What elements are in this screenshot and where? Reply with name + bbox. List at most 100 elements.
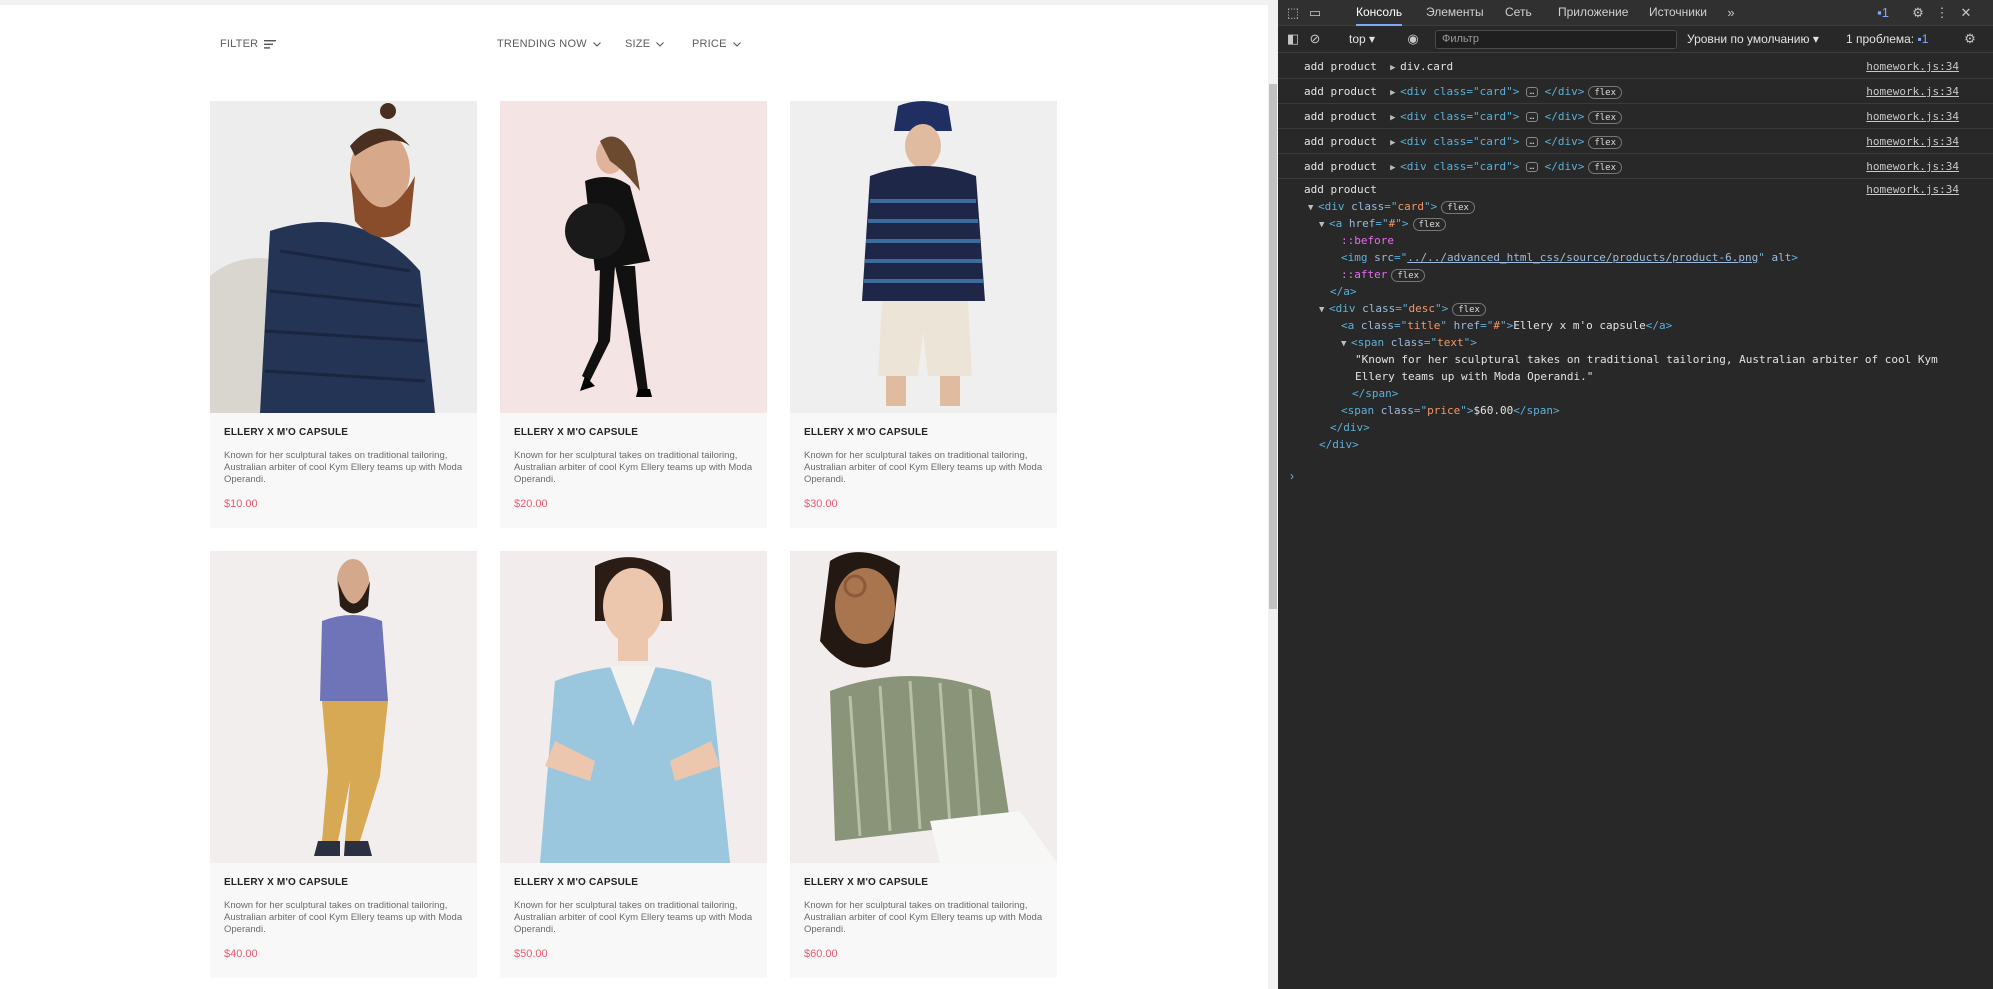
source-link[interactable]: homework.js:34: [1866, 79, 1959, 104]
product-price: $50.00: [514, 948, 548, 960]
tab-network[interactable]: Сеть: [1505, 0, 1532, 26]
product-card: ELLERY X M'O CAPSULE Known for her sculp…: [210, 101, 477, 528]
expand-triangle-icon[interactable]: ▶: [1390, 106, 1400, 131]
flex-badge[interactable]: flex: [1391, 268, 1426, 282]
console-message-text: add product: [1304, 183, 1377, 196]
console-prompt-row[interactable]: ›: [1278, 469, 1993, 491]
log-levels-dropdown[interactable]: Уровни по умолчанию ▾: [1687, 30, 1819, 49]
product-title[interactable]: ELLERY X M'O CAPSULE: [224, 427, 464, 438]
source-link[interactable]: homework.js:34: [1866, 54, 1959, 79]
flex-badge[interactable]: flex: [1588, 135, 1623, 149]
console-expanded-entry: add product homework.js:34 ▼ <div class="…: [1304, 181, 1959, 451]
flex-badge[interactable]: flex: [1588, 85, 1623, 99]
flex-badge[interactable]: flex: [1588, 110, 1623, 124]
collapse-triangle-icon[interactable]: ▼: [1319, 217, 1329, 234]
issues-counter[interactable]: ▪1: [1868, 4, 1898, 22]
product-card: ELLERY X M'O CAPSULE Known for her sculp…: [790, 101, 1057, 528]
console-row: add product ▶ <div class="card"> … </div>…: [1278, 129, 1993, 154]
product-text: Known for her sculptural takes on tradit…: [804, 900, 1043, 935]
expand-triangle-icon[interactable]: ▶: [1390, 81, 1400, 106]
flex-badge[interactable]: flex: [1588, 160, 1623, 174]
node-text-line: Ellery teams up with Moda Operandi.": [1355, 370, 1594, 383]
product-desc: ELLERY X M'O CAPSULE Known for her sculp…: [224, 877, 464, 960]
console-object[interactable]: <div class="card">: [1400, 135, 1519, 148]
eye-icon[interactable]: ◉: [1404, 30, 1422, 48]
console-object[interactable]: <div class="card">: [1400, 110, 1519, 123]
ellipsis-icon[interactable]: …: [1525, 162, 1538, 172]
product-image-link[interactable]: [210, 551, 477, 863]
product-image-link[interactable]: [790, 551, 1057, 863]
collapse-triangle-icon[interactable]: ▼: [1308, 200, 1318, 217]
product-photo-woman-striped-shirt: [790, 551, 1057, 863]
flex-badge[interactable]: flex: [1441, 200, 1475, 214]
console-object[interactable]: <div class="card">: [1400, 85, 1519, 98]
devtools-panel: ⬚ ▭ Консоль Элементы Сеть Приложение Ист…: [1278, 0, 1993, 989]
prompt-chevron-icon: ›: [1290, 469, 1294, 483]
source-link[interactable]: homework.js:34: [1866, 181, 1959, 198]
console-object[interactable]: <div class="card">: [1400, 160, 1519, 173]
product-title[interactable]: ELLERY X M'O CAPSULE: [514, 427, 754, 438]
flex-badge[interactable]: flex: [1452, 302, 1486, 316]
product-photo-woman-black-outfit: [500, 101, 767, 413]
price-dropdown[interactable]: PRICE: [692, 38, 741, 50]
product-text: Known for her sculptural takes on tradit…: [224, 450, 463, 485]
pseudo-after[interactable]: ::after: [1341, 268, 1387, 281]
filter-button[interactable]: FILTER: [220, 38, 277, 50]
more-tabs-icon[interactable]: »: [1722, 4, 1740, 22]
console-row: add product ▶ <div class="card"> … </div>…: [1278, 154, 1993, 179]
product-image-link[interactable]: [790, 101, 1057, 413]
product-title[interactable]: ELLERY X M'O CAPSULE: [224, 877, 464, 888]
product-title[interactable]: ELLERY X M'O CAPSULE: [804, 877, 1044, 888]
ellipsis-icon[interactable]: …: [1525, 137, 1538, 147]
product-price: $20.00: [514, 498, 548, 510]
context-selector[interactable]: top ▾: [1349, 30, 1375, 49]
node-price-text: $60.00: [1473, 404, 1514, 417]
inspect-element-icon[interactable]: ⬚: [1284, 4, 1302, 22]
tab-console[interactable]: Консоль: [1356, 0, 1403, 26]
size-dropdown[interactable]: SIZE: [625, 38, 665, 50]
ellipsis-icon[interactable]: …: [1525, 87, 1538, 97]
device-toolbar-icon[interactable]: ▭: [1306, 4, 1324, 22]
product-image-link[interactable]: [210, 101, 477, 413]
ellipsis-icon[interactable]: …: [1525, 112, 1538, 122]
chevron-down-icon: [592, 41, 601, 47]
filter-input[interactable]: Фильтр: [1435, 30, 1677, 49]
filter-bar: FILTER TRENDING NOW SIZE PRICE: [220, 38, 1080, 58]
collapse-triangle-icon[interactable]: ▼: [1341, 336, 1351, 353]
source-link[interactable]: homework.js:34: [1866, 104, 1959, 129]
trending-dropdown[interactable]: TRENDING NOW: [497, 38, 601, 50]
console-settings-gear-icon[interactable]: ⚙: [1961, 30, 1979, 48]
img-src-link[interactable]: ../../advanced_html_css/source/products/…: [1407, 251, 1758, 264]
product-image-link[interactable]: [500, 101, 767, 413]
console-object[interactable]: div.card: [1400, 60, 1453, 73]
tab-sources[interactable]: Источники: [1649, 0, 1707, 26]
expand-triangle-icon[interactable]: ▶: [1390, 56, 1400, 81]
issues-counter-value: 1: [1881, 5, 1889, 20]
devtools-tabbar: ⬚ ▭ Консоль Элементы Сеть Приложение Ист…: [1278, 0, 1993, 26]
source-link[interactable]: homework.js:34: [1866, 129, 1959, 154]
pseudo-before[interactable]: ::before: [1341, 234, 1394, 247]
tab-application[interactable]: Приложение: [1558, 0, 1628, 26]
product-photo-man-striped-hoodie: [790, 101, 1057, 413]
log-levels-label: Уровни по умолчанию: [1687, 32, 1810, 46]
expand-triangle-icon[interactable]: ▶: [1390, 156, 1400, 181]
product-title[interactable]: ELLERY X M'O CAPSULE: [804, 427, 1044, 438]
flex-badge[interactable]: flex: [1412, 217, 1447, 231]
product-desc: ELLERY X M'O CAPSULE Known for her sculp…: [514, 877, 754, 960]
issues-link[interactable]: 1 проблема: ▪1: [1846, 30, 1928, 49]
more-options-icon[interactable]: ⋮: [1933, 4, 1951, 22]
top-divider: [0, 0, 1268, 5]
tab-elements[interactable]: Элементы: [1426, 0, 1484, 26]
page-scrollbar-thumb[interactable]: [1269, 84, 1277, 609]
product-image-link[interactable]: [500, 551, 767, 863]
close-icon[interactable]: ✕: [1957, 4, 1975, 22]
product-desc: ELLERY X M'O CAPSULE Known for her sculp…: [804, 877, 1044, 960]
settings-gear-icon[interactable]: ⚙: [1909, 4, 1927, 22]
source-link[interactable]: homework.js:34: [1866, 154, 1959, 179]
sidebar-toggle-icon[interactable]: ◧: [1284, 30, 1302, 48]
expand-triangle-icon[interactable]: ▶: [1390, 131, 1400, 156]
collapse-triangle-icon[interactable]: ▼: [1319, 302, 1329, 319]
product-title[interactable]: ELLERY X M'O CAPSULE: [514, 877, 754, 888]
clear-console-icon[interactable]: ⊘: [1306, 30, 1324, 48]
chevron-down-icon: [732, 41, 741, 47]
